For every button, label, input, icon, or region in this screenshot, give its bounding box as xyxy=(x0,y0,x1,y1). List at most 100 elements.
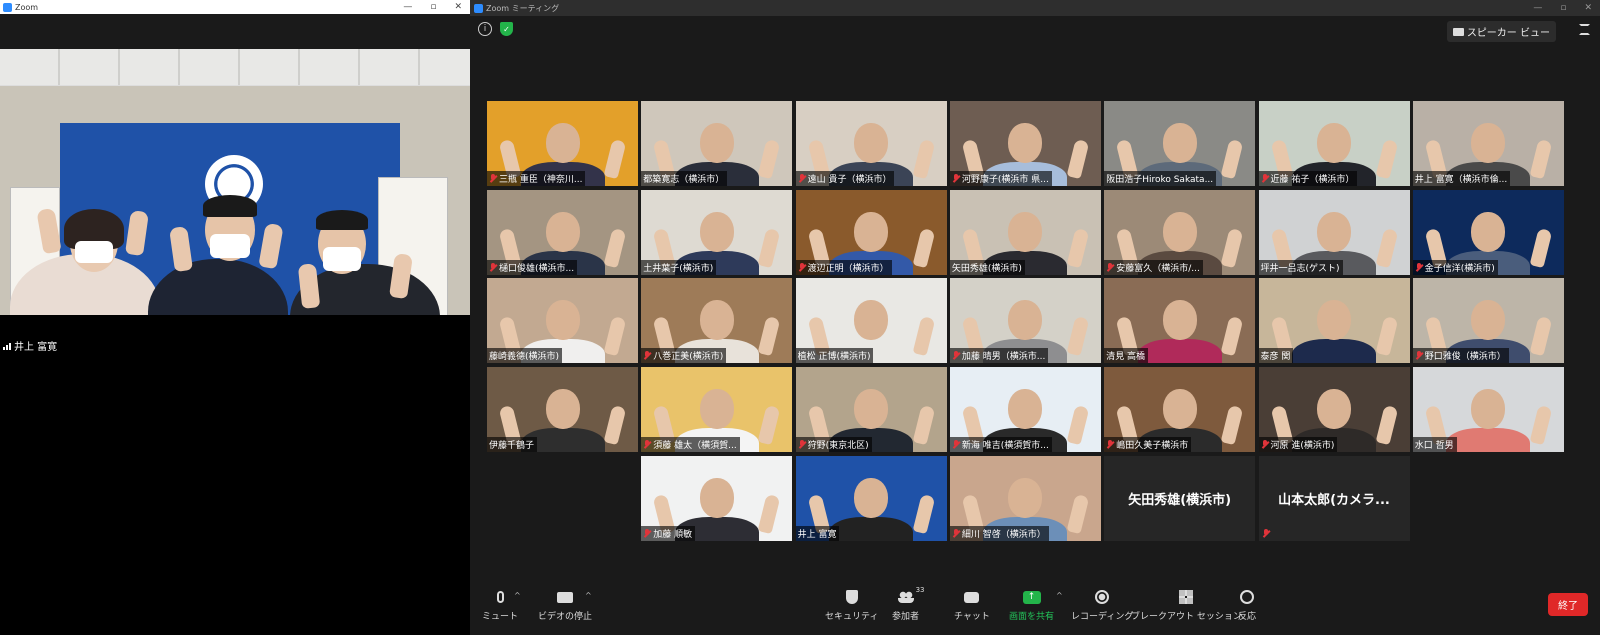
participant-name: 樋口俊雄(横浜市... xyxy=(499,263,575,274)
video-options-caret-icon[interactable]: ^ xyxy=(585,591,592,600)
participant-tile[interactable]: 阪田浩子Hiroko Sakata... xyxy=(1104,101,1256,186)
participant-face xyxy=(854,477,889,518)
participant-tile[interactable]: 矢田秀雄(横浜市) xyxy=(1104,455,1256,541)
left-window-title: Zoom xyxy=(15,2,39,12)
participant-tile[interactable]: 加藤 晴男（横浜市... xyxy=(949,278,1101,364)
participant-name: 河野康子(横浜市 県... xyxy=(961,175,1049,185)
participant-face xyxy=(1162,389,1197,430)
participant-label: 坪井一吕志(ゲスト) xyxy=(1258,259,1343,275)
participant-tile[interactable]: 泰彦 関 xyxy=(1258,278,1410,364)
participant-tile[interactable]: 加藤 順敏 xyxy=(641,455,793,541)
participant-tile[interactable]: 近藤 祐子（横浜市） xyxy=(1258,101,1410,186)
encryption-shield-icon[interactable]: ✓ xyxy=(500,22,513,36)
left-top-bar xyxy=(0,14,470,49)
reactions-button[interactable]: 反応 xyxy=(1238,589,1256,622)
participant-tile[interactable]: 河野康子(横浜市 県... xyxy=(949,101,1101,186)
share-options-caret-icon[interactable]: ^ xyxy=(1056,591,1063,600)
participant-tile[interactable]: 山本太郎(カメラ... xyxy=(1258,455,1410,541)
close-button[interactable]: ✕ xyxy=(454,2,462,12)
participant-tile[interactable]: 野口雅俊（横浜市） xyxy=(1412,278,1564,364)
participant-name: 八巻正美(横浜市) xyxy=(653,352,724,363)
maximize-button[interactable]: ▫ xyxy=(430,2,436,12)
participant-tile[interactable]: 金子信洋(横浜市) xyxy=(1412,189,1564,275)
participants-count: 33 xyxy=(915,586,925,594)
participant-tile[interactable]: 嶋田久美子横浜市 xyxy=(1104,367,1256,453)
signal-icon xyxy=(3,342,11,350)
maximize-button[interactable]: ▫ xyxy=(1560,3,1566,13)
participant-tile[interactable]: 井上 富寛 xyxy=(795,455,947,541)
participant-face xyxy=(545,123,580,163)
end-meeting-button[interactable]: 終了 xyxy=(1548,593,1588,616)
breakout-rooms-button[interactable]: ブレークアウト セッション xyxy=(1131,589,1242,622)
participant-tile[interactable]: 水口 哲男 xyxy=(1412,367,1564,453)
stop-video-button[interactable]: ビデオの停止 xyxy=(538,589,592,622)
participant-tile[interactable]: 土井葉子(横浜市) xyxy=(641,189,793,275)
participant-tile[interactable]: 須藤 雄太（横須賀... xyxy=(641,367,793,453)
participant-label: 河野康子(横浜市 県... xyxy=(949,171,1052,186)
security-label: セキュリティ xyxy=(825,612,879,622)
participant-label: 須藤 雄太（横須賀... xyxy=(641,437,740,453)
participant-tile[interactable]: 樋口俊雄(横浜市... xyxy=(487,189,638,275)
participant-tile[interactable]: 伊藤千鶴子 xyxy=(487,367,638,453)
participant-tile[interactable]: 都築寛志（横浜市） xyxy=(641,101,793,186)
participant-face xyxy=(1008,123,1043,163)
participant-face xyxy=(545,300,580,341)
muted-mic-icon xyxy=(489,174,497,183)
participant-label: 加藤 晴男（横浜市... xyxy=(949,348,1049,364)
participant-face xyxy=(854,389,889,430)
close-button[interactable]: ✕ xyxy=(1584,3,1592,13)
participant-tile[interactable]: 三瓶 重臣（神奈川... xyxy=(487,101,638,186)
info-icon[interactable]: i xyxy=(478,22,492,36)
participant-tile[interactable]: 安藤富久（横浜市/... xyxy=(1104,189,1256,275)
participant-tile[interactable]: 八巻正美(横浜市) xyxy=(641,278,793,364)
share-screen-button[interactable]: ↑ 画面を共有 xyxy=(1009,589,1054,622)
muted-mic-icon xyxy=(489,262,497,272)
participant-tile[interactable]: 渡辺正明（横浜市） xyxy=(795,189,947,275)
participant-tile[interactable]: 細川 智啓（横浜市） xyxy=(949,455,1101,541)
participant-name: 三瓶 重臣（神奈川... xyxy=(499,175,583,185)
mute-button[interactable]: ミュート xyxy=(482,589,518,622)
participant-tile[interactable]: 狩野(東京北区) xyxy=(795,367,947,453)
participant-tile[interactable]: 井上 富寛（横浜市倫... xyxy=(1412,101,1564,186)
fullscreen-icon[interactable] xyxy=(1579,24,1590,35)
participant-name: 嶋田久美子横浜市 xyxy=(1116,441,1189,452)
participant-tile[interactable]: 坪井一吕志(ゲスト) xyxy=(1258,189,1410,275)
participant-tile[interactable]: 植松 正博(横浜市) xyxy=(795,278,947,364)
participant-tile[interactable]: 矢田秀雄(横浜市) xyxy=(949,189,1101,275)
participant-tile[interactable]: 河原 進(横浜市) xyxy=(1258,367,1410,453)
audio-options-caret-icon[interactable]: ^ xyxy=(514,591,521,600)
chat-bubble-icon xyxy=(964,591,980,603)
minimize-button[interactable]: — xyxy=(403,2,412,12)
participant-name: 近藤 祐子（横浜市） xyxy=(1270,175,1355,185)
participant-face xyxy=(1471,123,1506,163)
participants-button[interactable]: 33 参加者 xyxy=(892,586,925,622)
participant-face xyxy=(1008,477,1043,518)
ceiling xyxy=(0,49,470,85)
participant-name: 坪井一吕志(ゲスト) xyxy=(1260,263,1340,274)
chat-button[interactable]: チャット xyxy=(954,589,990,622)
face-mask xyxy=(323,247,361,271)
record-button[interactable]: レコーディング xyxy=(1071,589,1133,622)
participant-label: 都築寛志（横浜市） xyxy=(641,171,728,186)
participant-name: 加藤 晴男（横浜市... xyxy=(961,352,1046,363)
speaker-view-button[interactable]: スピーカー ビュー xyxy=(1446,21,1556,42)
participant-body xyxy=(1137,339,1222,364)
participant-tile[interactable]: 新海 唯吉(横須賀市... xyxy=(949,367,1101,453)
participant-body xyxy=(829,516,914,541)
speaker-video[interactable] xyxy=(0,49,470,315)
participant-face xyxy=(699,123,734,163)
participant-name: 山本太郎(カメラ... xyxy=(1278,492,1390,508)
minimize-button[interactable]: — xyxy=(1533,3,1542,13)
participant-tile[interactable]: 清見 高橋 xyxy=(1104,278,1256,364)
face-mask xyxy=(75,241,113,263)
participant-label: 近藤 祐子（横浜市） xyxy=(1258,171,1358,186)
participant-name: 井上 富寛 xyxy=(797,529,837,540)
meeting-title-bar: Zoom ミーティング — ▫ ✕ xyxy=(470,0,1600,16)
participant-body xyxy=(1292,339,1376,364)
meeting-window: Zoom ミーティング — ▫ ✕ i ✓ スピーカー ビュー 三瓶 重臣（神奈… xyxy=(470,0,1600,635)
participant-tile[interactable]: 藤崎義德(横浜市) xyxy=(487,278,638,364)
participant-face xyxy=(1162,300,1197,341)
participant-tile[interactable]: 遠山 貴子（横浜市） xyxy=(795,101,947,186)
participant-label: 伊藤千鶴子 xyxy=(487,437,538,453)
security-button[interactable]: セキュリティ xyxy=(825,589,878,622)
